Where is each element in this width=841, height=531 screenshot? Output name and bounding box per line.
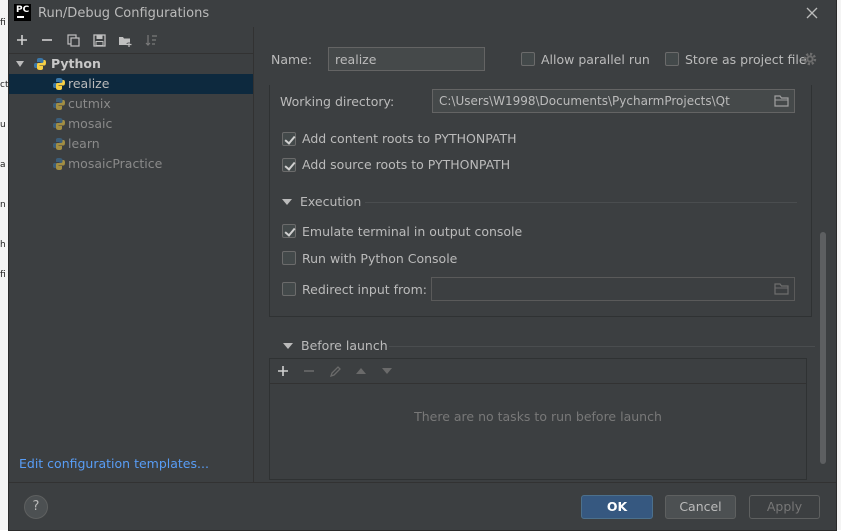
move-to-folder-button[interactable]: [115, 30, 135, 50]
tree-item-mosaicpractice[interactable]: mosaicPractice: [9, 154, 253, 174]
name-label: Name:: [271, 52, 313, 67]
configurations-tree: Python realize cutmix mosaic learn mosai…: [9, 54, 253, 174]
chevron-down-icon: [16, 61, 24, 67]
background-window-edge: fi ct u a n h fi: [0, 0, 9, 530]
execution-header: Execution: [300, 194, 362, 209]
move-task-up-button[interactable]: [351, 361, 371, 381]
pencil-icon: [329, 365, 341, 377]
configurations-pane: Python realize cutmix mosaic learn mosai…: [9, 27, 254, 482]
remove-task-button[interactable]: [299, 361, 319, 381]
python-icon: [34, 58, 46, 70]
store-project-label: Store as project file: [685, 52, 807, 67]
copy-configuration-button[interactable]: [63, 30, 83, 50]
vertical-scrollbar[interactable]: [820, 232, 826, 464]
working-directory-browse-button[interactable]: [771, 91, 791, 111]
folder-add-icon: [119, 36, 132, 47]
python-icon: [53, 98, 65, 110]
dialog-title: Run/Debug Configurations: [38, 6, 210, 21]
title-bar: PC Run/Debug Configurations: [9, 0, 836, 27]
tree-item-realize[interactable]: realize: [9, 74, 253, 94]
help-button[interactable]: ?: [24, 495, 48, 519]
tree-item-mosaic[interactable]: mosaic: [9, 114, 253, 134]
python-console-checkbox[interactable]: [282, 251, 296, 265]
close-icon: [806, 7, 818, 19]
add-icon: [278, 366, 288, 376]
move-task-down-button[interactable]: [377, 361, 397, 381]
allow-parallel-label: Allow parallel run: [541, 52, 650, 67]
arrow-up-icon: [356, 368, 366, 374]
remove-icon: [42, 39, 52, 41]
working-directory-input[interactable]: [432, 89, 795, 113]
save-icon: [92, 33, 106, 47]
add-task-button[interactable]: [273, 361, 293, 381]
ok-button[interactable]: OK: [581, 495, 653, 519]
folder-icon: [773, 283, 789, 295]
configurations-toolbar: [9, 27, 253, 54]
before-launch-separator: [389, 346, 815, 347]
close-button[interactable]: [802, 3, 822, 23]
add-icon: [17, 35, 27, 45]
before-launch-toolbar: [270, 359, 806, 384]
copy-icon: [66, 33, 80, 47]
redirect-input-browse-button[interactable]: [771, 279, 791, 299]
emulate-terminal-checkbox[interactable]: [282, 224, 296, 238]
python-icon: [53, 158, 65, 170]
options-scroll-panel: Working directory: Add content roots to …: [269, 85, 812, 317]
sort-icon: [145, 34, 157, 46]
tree-item-label: realize: [68, 76, 110, 91]
content-roots-checkbox[interactable]: [282, 132, 296, 146]
tree-item-label: mosaicPractice: [68, 156, 163, 171]
allow-parallel-checkbox[interactable]: [521, 52, 535, 66]
empty-tasks-message: There are no tasks to run before launch: [414, 409, 662, 424]
background-window-edge-right: [836, 0, 841, 530]
tree-item-cutmix[interactable]: cutmix: [9, 94, 253, 114]
remove-icon: [304, 370, 314, 372]
tree-item-label: mosaic: [68, 116, 113, 131]
remove-configuration-button[interactable]: [37, 30, 57, 50]
name-input[interactable]: [328, 47, 485, 71]
run-debug-dialog: PC Run/Debug Configurations Python reali…: [9, 0, 836, 530]
redirect-input-checkbox[interactable]: [282, 282, 296, 296]
before-launch-header: Before launch: [301, 338, 388, 353]
tree-group-label: Python: [51, 56, 101, 71]
apply-button[interactable]: Apply: [749, 495, 820, 519]
python-console-label: Run with Python Console: [302, 251, 458, 266]
redirect-input-label: Redirect input from:: [302, 282, 427, 297]
tree-item-learn[interactable]: learn: [9, 134, 253, 154]
tree-item-label: cutmix: [68, 96, 111, 111]
edit-task-button[interactable]: [325, 361, 345, 381]
folder-icon: [773, 95, 789, 107]
save-configuration-button[interactable]: [89, 30, 109, 50]
execution-separator: [365, 202, 797, 203]
source-roots-label: Add source roots to PYTHONPATH: [302, 157, 511, 172]
execution-collapse-toggle[interactable]: [282, 199, 292, 205]
source-roots-checkbox[interactable]: [282, 158, 296, 172]
dialog-footer: ? OK Cancel Apply: [9, 482, 836, 531]
before-launch-panel: There are no tasks to run before launch: [269, 358, 807, 480]
edit-templates-link[interactable]: Edit configuration templates...: [19, 456, 209, 471]
content-roots-label: Add content roots to PYTHONPATH: [302, 131, 517, 146]
gear-icon[interactable]: [803, 52, 817, 66]
sort-configurations-button[interactable]: [141, 30, 161, 50]
arrow-down-icon: [382, 368, 392, 374]
python-icon: [53, 78, 65, 90]
cancel-button[interactable]: Cancel: [665, 495, 736, 519]
python-icon: [53, 118, 65, 130]
redirect-input-field[interactable]: [431, 277, 795, 301]
working-directory-label: Working directory:: [280, 94, 395, 109]
python-icon: [53, 138, 65, 150]
emulate-terminal-label: Emulate terminal in output console: [302, 224, 523, 239]
add-configuration-button[interactable]: [12, 30, 32, 50]
tree-item-label: learn: [68, 136, 100, 151]
store-project-checkbox[interactable]: [665, 52, 679, 66]
pycharm-logo-icon: PC: [14, 4, 31, 21]
before-launch-collapse-toggle[interactable]: [283, 343, 293, 349]
configuration-editor: Name: Allow parallel run Store as projec…: [254, 27, 836, 482]
tree-group-python[interactable]: Python: [9, 54, 253, 74]
